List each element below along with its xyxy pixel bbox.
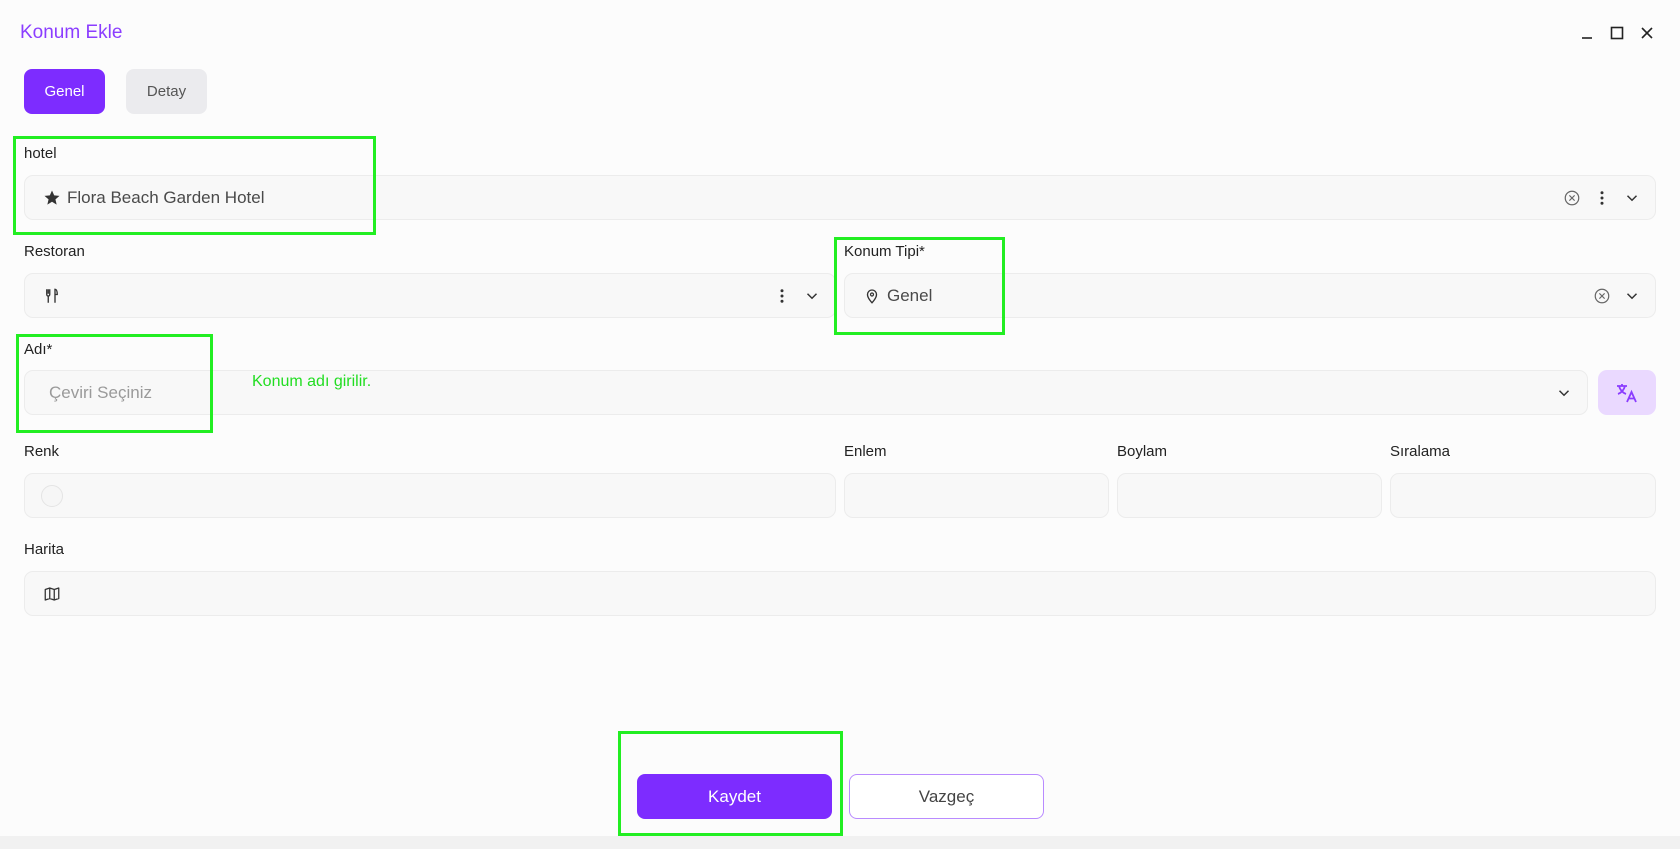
maximize-button[interactable] [1608, 24, 1626, 42]
enlem-label: Enlem [844, 443, 887, 460]
star-icon [43, 189, 61, 207]
bottom-strip [0, 836, 1680, 849]
adi-hint: Konum adı girilir. [252, 373, 372, 390]
save-button[interactable]: Kaydet [637, 774, 832, 819]
konum-tipi-select[interactable]: Genel [844, 273, 1656, 318]
more-vertical-icon[interactable] [773, 287, 791, 305]
adi-placeholder: Çeviri Seçiniz [49, 382, 152, 402]
window-controls [1578, 24, 1656, 42]
restoran-select[interactable] [24, 273, 836, 318]
tab-genel[interactable]: Genel [24, 69, 105, 114]
clear-icon[interactable] [1563, 189, 1581, 207]
harita-input[interactable] [24, 571, 1656, 616]
map-pin-icon [863, 287, 881, 305]
translate-icon [1617, 383, 1637, 402]
adi-label: Adı* [24, 341, 53, 358]
siralama-input[interactable] [1390, 473, 1656, 518]
color-swatch[interactable] [41, 484, 63, 507]
restoran-label: Restoran [24, 243, 85, 260]
hotel-label: hotel [24, 145, 57, 162]
utensils-icon [43, 287, 61, 305]
translate-button[interactable] [1598, 370, 1656, 415]
harita-label: Harita [24, 541, 65, 558]
boylam-input[interactable] [1117, 473, 1382, 518]
more-vertical-icon[interactable] [1593, 189, 1611, 207]
minimize-button[interactable] [1578, 24, 1596, 42]
enlem-input[interactable] [844, 473, 1109, 518]
boylam-label: Boylam [1117, 443, 1168, 460]
restoran-actions [773, 287, 821, 305]
renk-color-picker[interactable] [24, 473, 836, 518]
hotel-actions [1563, 189, 1641, 207]
konum-tipi-actions [1593, 287, 1641, 305]
chevron-down-icon[interactable] [1623, 189, 1641, 207]
chevron-down-icon[interactable] [1623, 287, 1641, 305]
konum-tipi-value: Genel [887, 285, 933, 305]
close-icon [1641, 27, 1653, 39]
chevron-down-icon[interactable] [803, 287, 821, 305]
map-icon [43, 585, 61, 603]
close-button[interactable] [1638, 24, 1656, 42]
minimize-icon [1582, 37, 1592, 39]
maximize-icon [1610, 26, 1624, 40]
konum-ekle-dialog: Konum Ekle Genel Detay hotel Flora Beach… [0, 0, 1680, 849]
hotel-select[interactable]: Flora Beach Garden Hotel [24, 175, 1656, 220]
cancel-button[interactable]: Vazgeç [849, 774, 1044, 819]
chevron-down-icon[interactable] [1555, 384, 1573, 402]
hotel-value: Flora Beach Garden Hotel [67, 187, 265, 207]
clear-icon[interactable] [1593, 287, 1611, 305]
dialog-title: Konum Ekle [20, 22, 123, 43]
renk-label: Renk [24, 443, 60, 460]
siralama-label: Sıralama [1390, 443, 1451, 460]
adi-actions [1555, 384, 1573, 402]
konum-tipi-label: Konum Tipi* [844, 243, 925, 260]
tab-detay[interactable]: Detay [126, 69, 207, 114]
